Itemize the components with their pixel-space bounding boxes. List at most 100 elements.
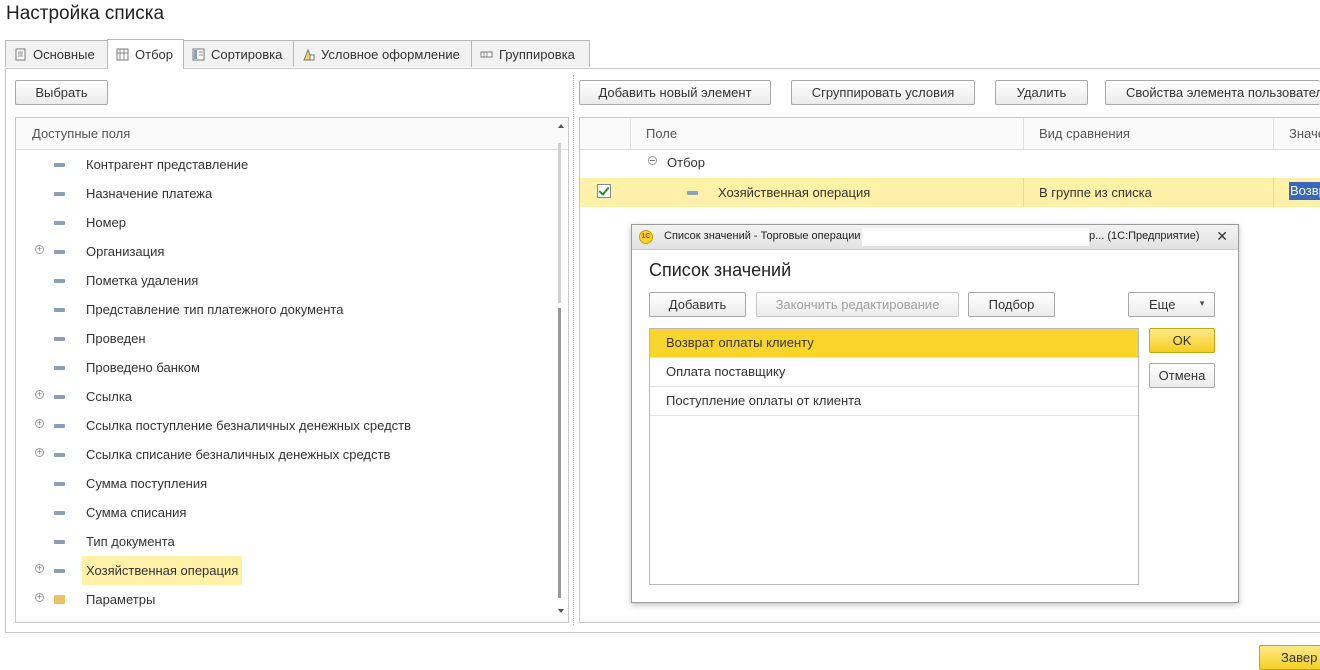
scroll-thumb[interactable] (558, 308, 561, 598)
field-icon (54, 308, 65, 312)
field-label: Пометка удаления (86, 273, 199, 288)
tab-conditional-format[interactable]: Условное оформление (293, 40, 472, 67)
expand-icon[interactable]: + (35, 593, 44, 602)
field-icon (54, 424, 65, 428)
field-label: Ссылка (86, 389, 133, 404)
group-conditions-button[interactable]: Сгруппировать условия (791, 80, 975, 105)
column-separator (1023, 118, 1024, 149)
filter-row-checkbox[interactable] (597, 184, 611, 198)
dialog-titlebar[interactable]: 1С Список значений - Торговые операции р… (632, 225, 1238, 250)
element-properties-button[interactable]: Свойства элемента пользовател (1105, 80, 1320, 105)
title-redaction (862, 228, 1089, 246)
field-icon (54, 540, 65, 544)
dialog-add-button[interactable]: Добавить (649, 292, 746, 317)
field-icon (54, 482, 65, 486)
field-label: Сумма списания (86, 505, 187, 520)
field-icon (54, 279, 65, 283)
field-row[interactable]: + Организация (16, 237, 551, 266)
field-icon (54, 250, 65, 254)
field-row[interactable]: + Параметры (16, 585, 551, 614)
expand-icon[interactable]: + (35, 448, 44, 457)
tab-sort[interactable]: Сортировка (183, 40, 294, 67)
more-button-label: Еще (1149, 297, 1176, 312)
field-label: Организация (86, 244, 165, 259)
field-label: Контрагент представление (86, 157, 249, 172)
dialog-title-right: р... (1С:Предприятие) (1089, 230, 1200, 242)
field-label: Представление тип платежного документа (86, 302, 344, 317)
available-fields-tree: Доступные поля Контрагент представление Н… (15, 117, 569, 623)
field-row[interactable]: Представление тип платежного документа (16, 295, 551, 324)
document-icon (15, 48, 26, 60)
cancel-button[interactable]: Отмена (1149, 363, 1215, 388)
field-label: Параметры (86, 592, 156, 607)
filter-row-value[interactable]: Возвр (1289, 182, 1320, 200)
field-icon (54, 453, 65, 457)
field-label: Проведен (86, 331, 146, 346)
field-row[interactable]: Назначение платежа (16, 179, 551, 208)
field-icon (54, 221, 65, 225)
value-list-item[interactable]: Поступление оплаты от клиента (650, 387, 1138, 416)
field-row[interactable]: Сумма списания (16, 498, 551, 527)
field-row[interactable]: + Хозяйственная операция (16, 556, 551, 585)
value-list-item[interactable]: Возврат оплаты клиенту (650, 329, 1138, 358)
collapse-icon[interactable] (648, 156, 657, 165)
delete-button[interactable]: Удалить (995, 80, 1088, 105)
field-label: Назначение платежа (86, 186, 213, 201)
tab-filter-label: Отбор (135, 47, 173, 62)
field-row[interactable]: + Ссылка списание безналичных денежных ср… (16, 440, 551, 469)
close-icon[interactable]: ✕ (1216, 228, 1228, 245)
tab-grouping[interactable]: Группировка (471, 40, 590, 67)
column-separator (630, 118, 631, 149)
field-row[interactable]: Номер (16, 208, 551, 237)
field-icon (54, 569, 65, 573)
dialog-heading: Список значений (649, 260, 792, 280)
sort-icon (192, 48, 205, 60)
field-row[interactable]: Тип документа (16, 527, 551, 556)
field-row[interactable]: + Ссылка (16, 382, 551, 411)
field-row[interactable]: Пометка удаления (16, 266, 551, 295)
conditional-format-icon (303, 48, 315, 60)
field-icon (54, 337, 65, 341)
scroll-down-icon[interactable] (558, 609, 564, 613)
field-row[interactable]: Проведен (16, 324, 551, 353)
more-button[interactable]: Еще ▼ (1128, 292, 1215, 317)
field-row[interactable]: Сумма поступления (16, 469, 551, 498)
expand-icon[interactable]: + (35, 564, 44, 573)
scroll-track (558, 143, 561, 303)
ok-button[interactable]: OK (1149, 328, 1215, 353)
value-list-item[interactable]: Оплата поставщику (650, 358, 1138, 387)
fields-scrollbar[interactable] (555, 118, 567, 622)
dialog-title-left: Список значений - Торговые операции (664, 230, 861, 242)
value-list-dialog: 1С Список значений - Торговые операции р… (631, 224, 1239, 603)
pick-button[interactable]: Подбор (968, 292, 1055, 317)
finish-button[interactable]: Завер (1259, 645, 1320, 670)
scroll-up-icon[interactable] (558, 124, 564, 128)
filter-group-node[interactable]: Отбор (667, 155, 705, 170)
tab-bar: Основные Отбор Сортировка Условное оформ… (5, 39, 590, 69)
window-title: Настройка списка (6, 3, 165, 24)
tab-main-label: Основные (33, 46, 95, 62)
fields-header: Доступные поля (16, 118, 568, 150)
expand-icon[interactable]: + (35, 245, 44, 254)
field-icon (54, 511, 65, 515)
column-field: Поле (646, 126, 678, 141)
field-row[interactable]: Контрагент представление (16, 150, 551, 179)
filter-row-comparison[interactable]: В группе из списка (1039, 185, 1152, 200)
add-element-button[interactable]: Добавить новый элемент (579, 80, 771, 105)
select-button[interactable]: Выбрать (15, 80, 108, 105)
field-icon (54, 192, 65, 196)
field-row[interactable]: + Ссылка поступление безналичных денежных… (16, 411, 551, 440)
tab-grouping-label: Группировка (499, 46, 575, 62)
expand-icon[interactable]: + (35, 390, 44, 399)
field-label: Проведено банком (86, 360, 200, 375)
tab-filter[interactable]: Отбор (107, 39, 184, 69)
column-separator (1273, 178, 1274, 207)
pane-splitter[interactable] (573, 75, 575, 625)
field-icon (54, 395, 65, 399)
tab-sort-label: Сортировка (211, 46, 283, 62)
field-icon (54, 163, 65, 167)
expand-icon[interactable]: + (35, 419, 44, 428)
finish-editing-button[interactable]: Закончить редактирование (756, 292, 959, 317)
field-row[interactable]: Проведено банком (16, 353, 551, 382)
tab-main[interactable]: Основные (5, 40, 108, 67)
